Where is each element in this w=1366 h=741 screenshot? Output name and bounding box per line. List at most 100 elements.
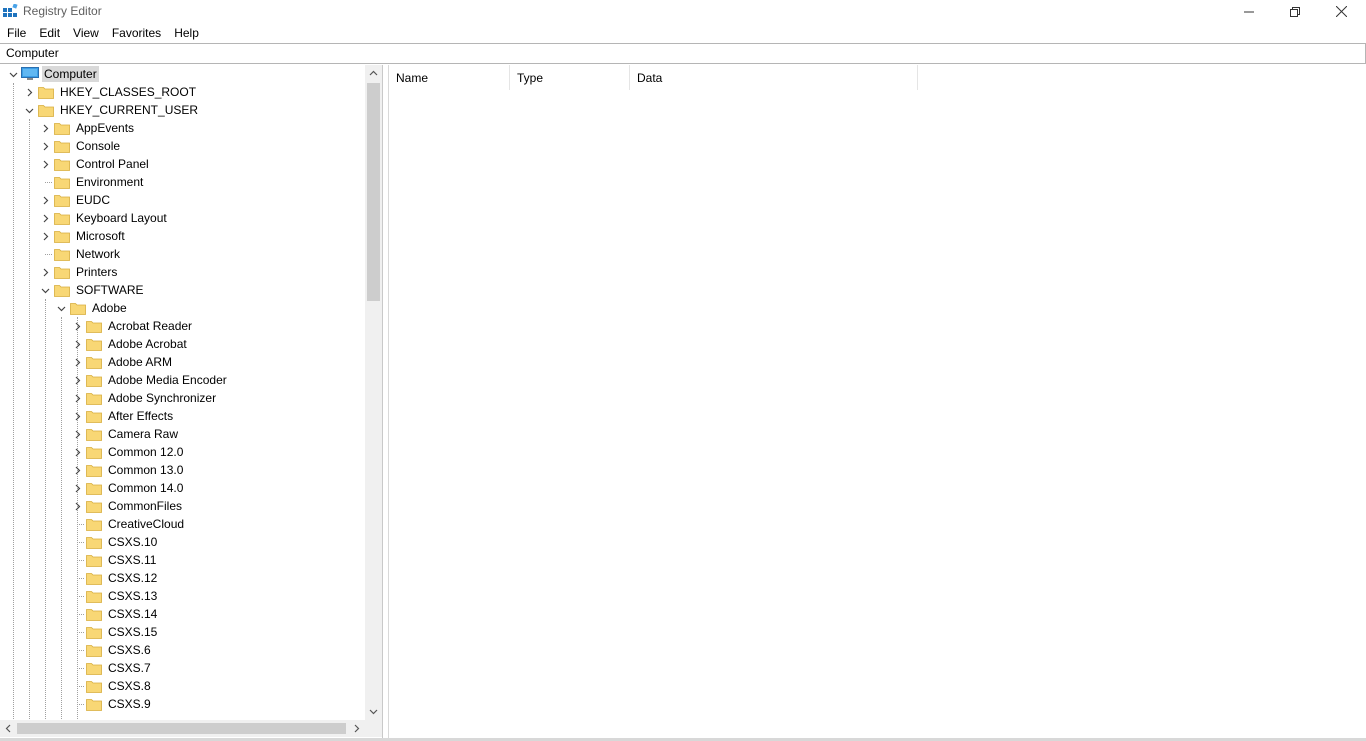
tree-node-hive[interactable]: HKEY_CURRENT_USER — [22, 101, 200, 119]
tree-node-label: CommonFiles — [108, 499, 183, 513]
folder-icon — [86, 643, 102, 657]
chevron-right-icon[interactable] — [38, 263, 52, 281]
folder-icon — [86, 373, 102, 387]
tree-horizontal-scrollbar[interactable] — [0, 720, 365, 737]
tree-node-key[interactable]: Adobe Synchronizer — [70, 389, 218, 407]
tree-node-key[interactable]: Camera Raw — [70, 425, 180, 443]
tree-node-key[interactable]: CommonFiles — [70, 497, 184, 515]
values-pane[interactable]: Name Type Data — [388, 65, 1366, 738]
scroll-left-button[interactable] — [0, 720, 17, 737]
tree-node-label: Common 12.0 — [108, 445, 184, 459]
tree-connector — [70, 659, 84, 677]
tree-node-key[interactable]: Network — [38, 245, 122, 263]
tree-node-key[interactable]: AppEvents — [38, 119, 136, 137]
tree-node-key[interactable]: SOFTWARE — [38, 281, 146, 299]
chevron-right-icon[interactable] — [38, 119, 52, 137]
tree-node-key[interactable]: Keyboard Layout — [38, 209, 169, 227]
chevron-right-icon[interactable] — [38, 191, 52, 209]
chevron-down-icon[interactable] — [38, 281, 52, 299]
chevron-right-icon[interactable] — [70, 335, 84, 353]
column-header-type[interactable]: Type — [510, 65, 630, 90]
tree-node-key[interactable]: CSXS.12 — [70, 569, 159, 587]
tree-node-label: Adobe — [92, 301, 127, 315]
restore-button[interactable] — [1272, 0, 1318, 23]
folder-icon — [86, 319, 102, 333]
tree-node-key[interactable]: Adobe Media Encoder — [70, 371, 229, 389]
folder-icon — [38, 103, 54, 117]
tree-node-key[interactable]: CSXS.13 — [70, 587, 159, 605]
address-bar[interactable]: Computer — [0, 43, 1366, 64]
column-header-name[interactable]: Name — [389, 65, 510, 90]
scroll-up-button[interactable] — [365, 65, 382, 82]
folder-icon — [86, 391, 102, 405]
tree-node-key[interactable]: Adobe Acrobat — [70, 335, 189, 353]
tree-node-key[interactable]: EUDC — [38, 191, 112, 209]
tree-node-key[interactable]: CSXS.9 — [70, 695, 153, 713]
tree-node-key[interactable]: Adobe ARM — [70, 353, 174, 371]
menu-view[interactable]: View — [66, 23, 105, 42]
tree-node-key[interactable]: CSXS.15 — [70, 623, 159, 641]
scroll-right-button[interactable] — [348, 720, 365, 737]
chevron-down-icon[interactable] — [6, 65, 20, 83]
chevron-down-icon[interactable] — [22, 101, 36, 119]
chevron-right-icon[interactable] — [70, 317, 84, 335]
chevron-right-icon[interactable] — [70, 371, 84, 389]
column-header-data[interactable]: Data — [630, 65, 918, 90]
tree-node-key[interactable]: CSXS.10 — [70, 533, 159, 551]
tree-node-key[interactable]: Acrobat Reader — [70, 317, 194, 335]
restore-icon — [1290, 6, 1300, 17]
tree-node-label: Adobe Synchronizer — [108, 391, 217, 405]
chevron-right-icon[interactable] — [70, 425, 84, 443]
tree-node-label: Adobe ARM — [108, 355, 173, 369]
tree-node-key[interactable]: CreativeCloud — [70, 515, 186, 533]
menu-edit[interactable]: Edit — [32, 23, 66, 42]
tree-node-label: Network — [76, 247, 121, 261]
tree-node-key[interactable]: Environment — [38, 173, 145, 191]
menu-file[interactable]: File — [0, 23, 32, 42]
chevron-right-icon[interactable] — [70, 461, 84, 479]
tree-node-key[interactable]: CSXS.14 — [70, 605, 159, 623]
tree-vertical-scrollbar[interactable] — [365, 65, 382, 720]
folder-icon — [86, 553, 102, 567]
scroll-thumb[interactable] — [17, 723, 346, 734]
tree-node-label: CSXS.10 — [108, 535, 158, 549]
scroll-down-button[interactable] — [365, 703, 382, 720]
tree-node-key[interactable]: Adobe — [54, 299, 129, 317]
chevron-right-icon[interactable] — [22, 83, 36, 101]
menu-help[interactable]: Help — [167, 23, 205, 42]
chevron-right-icon[interactable] — [70, 497, 84, 515]
chevron-right-icon[interactable] — [38, 155, 52, 173]
chevron-right-icon[interactable] — [38, 137, 52, 155]
tree-node-key[interactable]: Common 12.0 — [70, 443, 185, 461]
tree-node-key[interactable]: Printers — [38, 263, 119, 281]
tree-node-key[interactable]: Control Panel — [38, 155, 151, 173]
chevron-right-icon[interactable] — [38, 209, 52, 227]
chevron-down-icon[interactable] — [54, 299, 68, 317]
tree-node-label: AppEvents — [76, 121, 135, 135]
tree-node-key[interactable]: CSXS.6 — [70, 641, 153, 659]
tree-node-computer[interactable]: Computer — [6, 65, 99, 83]
folder-icon — [86, 427, 102, 441]
chevron-right-icon[interactable] — [70, 353, 84, 371]
chevron-right-icon[interactable] — [70, 479, 84, 497]
menu-favorites[interactable]: Favorites — [105, 23, 167, 42]
chevron-right-icon[interactable] — [70, 407, 84, 425]
tree-node-key[interactable]: Console — [38, 137, 122, 155]
tree-node-hive[interactable]: HKEY_CLASSES_ROOT — [22, 83, 198, 101]
tree-node-label: Adobe Media Encoder — [108, 373, 227, 387]
tree-node-label: Common 13.0 — [108, 463, 184, 477]
chevron-right-icon[interactable] — [70, 389, 84, 407]
tree-node-key[interactable]: CSXS.8 — [70, 677, 153, 695]
tree-node-key[interactable]: Microsoft — [38, 227, 127, 245]
close-button[interactable] — [1318, 0, 1364, 23]
scroll-thumb[interactable] — [367, 83, 380, 301]
chevron-right-icon[interactable] — [38, 227, 52, 245]
minimize-button[interactable] — [1226, 0, 1272, 23]
tree-node-key[interactable]: CSXS.11 — [70, 551, 158, 569]
chevron-right-icon[interactable] — [70, 443, 84, 461]
tree-node-key[interactable]: CSXS.7 — [70, 659, 153, 677]
tree-node-label: CSXS.13 — [108, 589, 158, 603]
tree-node-key[interactable]: Common 14.0 — [70, 479, 185, 497]
tree-node-key[interactable]: Common 13.0 — [70, 461, 185, 479]
tree-node-key[interactable]: After Effects — [70, 407, 175, 425]
